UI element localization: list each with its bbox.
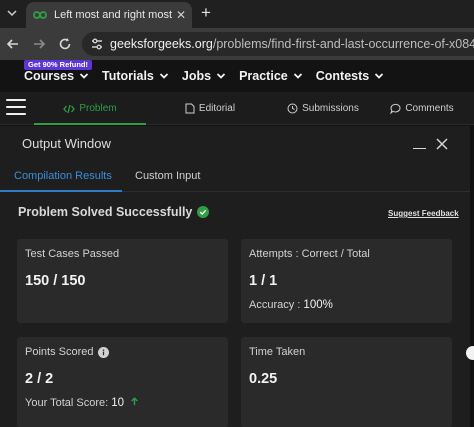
total-score-value: 10 xyxy=(111,397,125,409)
time-card: Time Taken 0.25 xyxy=(241,337,452,427)
nav-contests[interactable]: Contests xyxy=(316,69,384,83)
side-panel-handle[interactable] xyxy=(466,346,474,360)
nav-courses[interactable]: Courses xyxy=(24,69,89,83)
chevron-down-icon xyxy=(79,73,89,79)
site-info-tune-icon[interactable] xyxy=(90,36,104,52)
points-label-row: Points Scored xyxy=(25,346,110,358)
tab-comments[interactable]: Comments xyxy=(384,92,460,125)
document-icon xyxy=(185,103,195,114)
nav-jobs-label: Jobs xyxy=(181,69,212,83)
suggest-feedback-link[interactable]: Suggest Feedback xyxy=(388,209,459,218)
clock-icon xyxy=(287,103,298,114)
tab-compilation-results[interactable]: Compilation Results xyxy=(14,170,112,182)
panel-scroll-edge xyxy=(470,126,474,427)
time-label: Time Taken xyxy=(249,346,306,358)
browser-tab-strip: Left most and right most index ✕ + xyxy=(0,0,474,28)
tab-editorial[interactable]: Editorial xyxy=(160,92,260,125)
nav-tutorials[interactable]: Tutorials xyxy=(102,69,169,83)
check-circle-icon xyxy=(197,206,210,218)
accuracy-value: 100% xyxy=(303,299,333,311)
close-icon[interactable] xyxy=(436,138,448,150)
test-cases-card: Test Cases Passed 150 / 150 xyxy=(17,239,228,323)
tab-submissions[interactable]: Submissions xyxy=(268,92,378,125)
url-path: /problems/find-first-and-last-occurrence… xyxy=(212,37,474,51)
tab-problem-label: Problem xyxy=(79,103,117,114)
tab-submissions-label: Submissions xyxy=(302,103,359,114)
attempts-value: 1 / 1 xyxy=(249,273,278,289)
total-score-label: Your Total Score: xyxy=(25,397,109,409)
active-tab-indicator xyxy=(0,190,122,192)
info-icon[interactable] xyxy=(98,346,110,358)
address-bar[interactable]: geeksforgeeks.org/problems/find-first-an… xyxy=(82,32,474,56)
tab-comments-label: Comments xyxy=(405,103,454,114)
reload-icon[interactable] xyxy=(52,31,78,57)
nav-contests-label: Contests xyxy=(315,69,370,83)
points-value: 2 / 2 xyxy=(25,371,54,387)
minimize-icon[interactable] xyxy=(413,135,427,151)
output-tabs: Compilation Results Custom Input xyxy=(0,162,470,192)
screen: Left most and right most index ✕ + geeks… xyxy=(0,0,474,427)
tab-custom-input[interactable]: Custom Input xyxy=(135,170,200,182)
forward-arrow-icon[interactable] xyxy=(26,31,52,57)
result-status: Problem Solved Successfully xyxy=(18,205,210,219)
status-text: Problem Solved Successfully xyxy=(18,205,193,219)
comment-icon xyxy=(390,103,401,114)
nav-practice-label: Practice xyxy=(239,69,288,83)
output-window-title: Output Window xyxy=(22,136,111,151)
points-label: Points Scored xyxy=(25,346,94,358)
accuracy-row: Accuracy : 100% xyxy=(249,299,333,311)
browser-tab-active[interactable]: Left most and right most index ✕ xyxy=(26,2,192,28)
nav-jobs[interactable]: Jobs xyxy=(182,69,226,83)
tab-search-icon[interactable] xyxy=(3,2,21,24)
site-header: Get 90% Refund! Courses Tutorials Jobs P… xyxy=(0,60,474,92)
tab-title: Left most and right most index xyxy=(54,9,172,21)
output-window: Output Window Compilation Results Custom… xyxy=(0,126,470,427)
gfg-favicon-icon xyxy=(33,11,47,19)
test-cases-value: 150 / 150 xyxy=(25,273,86,289)
browser-toolbar: geeksforgeeks.org/problems/find-first-an… xyxy=(0,28,474,60)
chevron-down-icon xyxy=(375,73,384,79)
problem-tabs-bar: Problem Editorial Submissions Comments xyxy=(0,92,474,125)
arrow-up-icon xyxy=(131,397,138,406)
accuracy-label: Accuracy : xyxy=(249,299,301,311)
tab-close-icon[interactable]: ✕ xyxy=(176,8,186,22)
back-arrow-icon[interactable] xyxy=(0,31,26,57)
code-icon xyxy=(63,104,76,113)
new-tab-plus-icon[interactable]: + xyxy=(196,2,216,24)
nav-courses-label: Courses xyxy=(24,69,75,83)
main-nav: Courses Tutorials Jobs Practice Contests xyxy=(24,69,384,83)
output-window-header: Output Window xyxy=(0,126,470,160)
attempts-card: Attempts : Correct / Total 1 / 1 Accurac… xyxy=(241,239,452,323)
points-card: Points Scored 2 / 2 Your Total Score: 10 xyxy=(17,337,228,427)
tab-editorial-label: Editorial xyxy=(198,103,236,114)
tab-problem[interactable]: Problem xyxy=(34,92,146,125)
chevron-down-icon xyxy=(216,73,226,79)
url-host: geeksforgeeks.org xyxy=(110,37,213,51)
chevron-down-icon xyxy=(293,73,302,79)
hamburger-menu-icon[interactable] xyxy=(6,99,26,117)
nav-practice[interactable]: Practice xyxy=(239,69,303,83)
attempts-label: Attempts : Correct / Total xyxy=(249,248,370,260)
chevron-down-icon xyxy=(159,73,169,79)
total-score-row: Your Total Score: 10 xyxy=(25,397,139,409)
url-text: geeksforgeeks.org/problems/find-first-an… xyxy=(110,37,474,51)
test-cases-label: Test Cases Passed xyxy=(25,248,120,260)
nav-tutorials-label: Tutorials xyxy=(102,69,154,83)
time-value: 0.25 xyxy=(249,371,278,387)
